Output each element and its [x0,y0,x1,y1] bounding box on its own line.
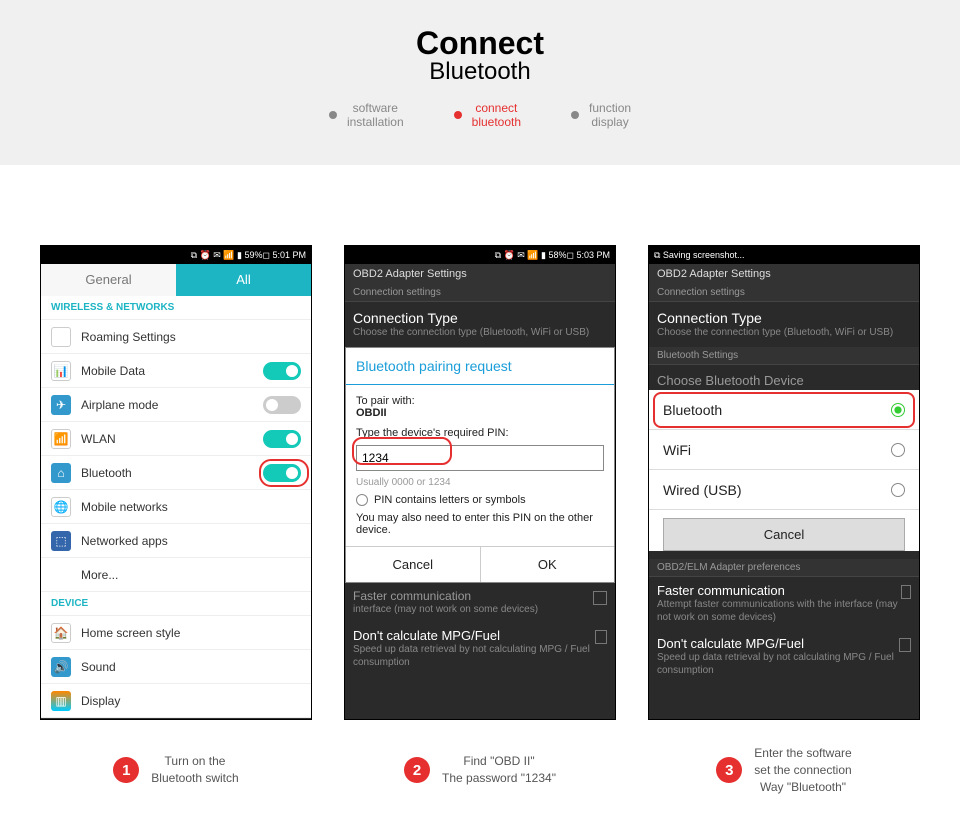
hero-title: Connect [0,25,960,62]
radio-icon [891,443,905,457]
radio-icon [891,483,905,497]
row-networked-apps[interactable]: ⬚Networked apps [41,524,311,558]
checkbox-icon [901,585,911,599]
data-icon: 📊 [51,361,71,381]
breadcrumb: softwareinstallation connectbluetooth fu… [0,101,960,130]
toggle-mobile-data[interactable] [263,362,301,380]
ok-button[interactable]: OK [481,547,615,582]
radio-icon [356,494,368,506]
row-sound[interactable]: 🔊Sound [41,650,311,684]
phone-screenshot-2: ⧉ ⏰ ✉ 📶 ▮ 58%◻ 5:03 PM OBD2 Adapter Sett… [344,245,616,720]
highlight-circle [259,459,309,487]
row-bluetooth[interactable]: ⌂Bluetooth [41,456,311,490]
step-number-badge: 3 [716,757,742,783]
pin-note: You may also need to enter this PIN on t… [356,512,604,536]
bluetooth-icon: ⌂ [51,463,71,483]
row-more[interactable]: More... [41,558,311,592]
section-elm: OBD2/ELM Adapter preferences [649,559,919,577]
checkbox-icon [899,638,911,652]
crumb-software: softwareinstallation [329,101,404,130]
dialog-title: Bluetooth pairing request [346,348,614,385]
highlight-circle [653,392,915,428]
step-number-badge: 1 [113,757,139,783]
bluetooth-pairing-dialog: Bluetooth pairing request To pair with: … [345,347,615,583]
section-wireless: WIRELESS & NETWORKS [41,296,311,320]
toggle-wlan[interactable] [263,430,301,448]
pref-connection-type[interactable]: Connection TypeChoose the connection typ… [345,302,615,347]
pref-mpg[interactable]: Don't calculate MPG/FuelSpeed up data re… [345,622,615,675]
pin-hint: Usually 0000 or 1234 [356,477,604,488]
step-number-badge: 2 [404,757,430,783]
pref-faster-comm[interactable]: Faster communicationAttempt faster commu… [649,577,919,630]
row-roaming[interactable]: ▲Roaming Settings [41,320,311,354]
wifi-icon: 📶 [51,429,71,449]
status-bar: ⧉ ⏰ ✉ 📶 ▮ 59%◻ 5:01 PM [41,246,311,264]
app-header: OBD2 Adapter Settings [649,264,919,284]
tab-general[interactable]: General [41,264,176,296]
screenshots-gallery: ⧉ ⏰ ✉ 📶 ▮ 59%◻ 5:01 PM General All WIREL… [0,165,960,730]
pref-connection-type[interactable]: Connection TypeChoose the connection typ… [649,302,919,347]
status-bar: ⧉ ⏰ ✉ 📶 ▮ 58%◻ 5:03 PM [345,246,615,264]
hero-subtitle: Bluetooth [0,58,960,86]
checkbox-icon [593,591,607,605]
display-icon: ▥ [51,691,71,711]
section-bluetooth: Bluetooth Settings [649,347,919,365]
row-wlan[interactable]: 📶WLAN [41,422,311,456]
highlight-circle [352,437,452,465]
option-bluetooth[interactable]: Bluetooth [649,390,919,430]
status-bar: ⧉ Saving screenshot... [649,246,919,264]
pref-choose-device[interactable]: Choose Bluetooth Device [649,365,919,390]
dot-icon [571,111,579,119]
pref-faster-comm[interactable]: Faster communicationinterface (may not w… [345,583,615,622]
network-icon: 🌐 [51,497,71,517]
app-header: OBD2 Adapter Settings [345,264,615,284]
pair-with-label: To pair with: [356,395,604,407]
phone-screenshot-3: ⧉ Saving screenshot... OBD2 Adapter Sett… [648,245,920,720]
cancel-button[interactable]: Cancel [346,547,481,582]
row-mobile-data[interactable]: 📊Mobile Data [41,354,311,388]
option-wifi[interactable]: WiFi [649,430,919,470]
section-connection: Connection settings [345,284,615,302]
roaming-icon: ▲ [51,327,71,347]
pref-mpg[interactable]: Don't calculate MPG/FuelSpeed up data re… [649,630,919,683]
hero-banner: Connect Bluetooth softwareinstallation c… [0,0,960,165]
settings-tabs: General All [41,264,311,296]
crumb-function: functiondisplay [571,101,631,130]
phone-screenshot-1: ⧉ ⏰ ✉ 📶 ▮ 59%◻ 5:01 PM General All WIREL… [40,245,312,720]
pair-device-name: OBDII [356,407,604,419]
row-mobile-networks[interactable]: 🌐Mobile networks [41,490,311,524]
toggle-airplane[interactable] [263,396,301,414]
connection-type-dialog: Bluetooth WiFi Wired (USB) Cancel [649,390,919,551]
blank-icon [51,565,71,585]
caption-2: 2Find "OBD II"The password "1234" [344,745,616,795]
row-home-style[interactable]: 🏠Home screen style [41,616,311,650]
dot-icon [329,111,337,119]
cancel-button[interactable]: Cancel [663,518,905,551]
apps-icon: ⬚ [51,531,71,551]
row-airplane[interactable]: ✈Airplane mode [41,388,311,422]
section-connection: Connection settings [649,284,919,302]
step-captions: 1Turn on theBluetooth switch 2Find "OBD … [0,730,960,810]
caption-1: 1Turn on theBluetooth switch [40,745,312,795]
checkbox-icon [595,630,607,644]
dot-icon [454,111,462,119]
crumb-connect: connectbluetooth [454,101,521,130]
airplane-icon: ✈ [51,395,71,415]
tab-all[interactable]: All [176,264,311,296]
section-device: DEVICE [41,592,311,616]
row-display[interactable]: ▥Display [41,684,311,718]
caption-3: 3Enter the softwareset the connectionWay… [648,745,920,795]
home-icon: 🏠 [51,623,71,643]
option-usb[interactable]: Wired (USB) [649,470,919,510]
sound-icon: 🔊 [51,657,71,677]
pin-letters-checkbox[interactable]: PIN contains letters or symbols [356,494,604,506]
